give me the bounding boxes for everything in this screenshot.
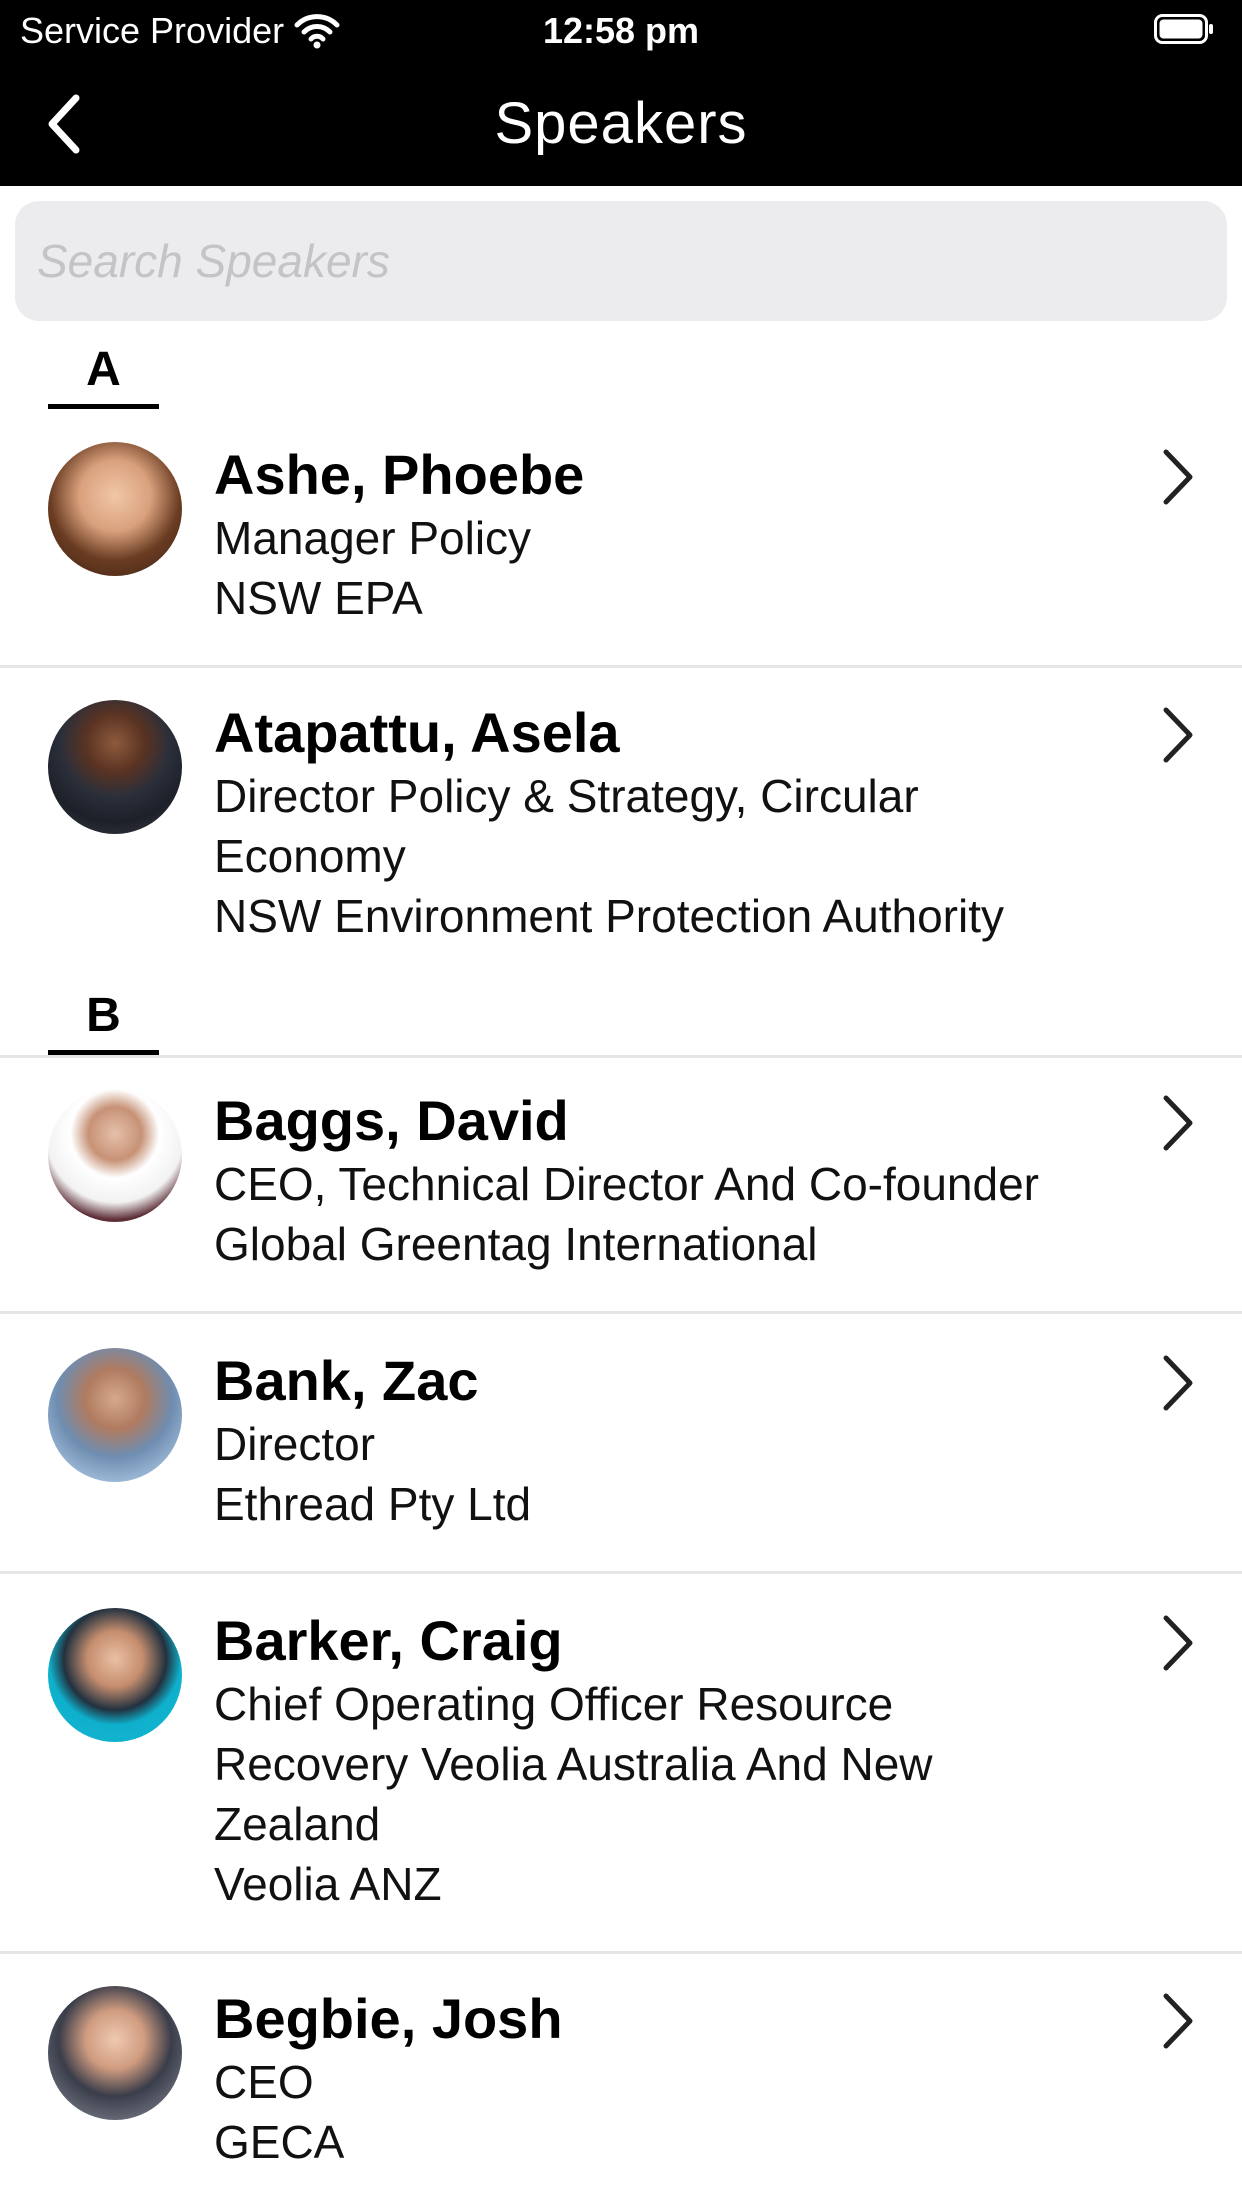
speaker-name: Bank, Zac	[214, 1349, 479, 1412]
chevron-right-icon	[1163, 449, 1193, 505]
speaker-organization: Veolia ANZ	[214, 1858, 442, 1910]
speaker-title-line: Director	[214, 1418, 376, 1470]
speaker-title-line: Chief Operating Officer Resource	[214, 1678, 894, 1730]
speaker-title-line: Economy	[214, 830, 406, 882]
search-input[interactable]	[35, 233, 1207, 289]
avatar	[48, 1986, 182, 2120]
speaker-title: Chief Operating Officer Resource Recover…	[214, 1674, 1144, 1854]
avatar	[48, 1088, 182, 1222]
speaker-title-line: Recovery Veolia Australia And New	[214, 1738, 933, 1790]
speaker-organization: GECA	[214, 2116, 345, 2168]
search-bar	[15, 201, 1227, 321]
section-header-a: A	[48, 340, 159, 409]
speaker-row-bank-zac[interactable]: Bank, Zac Director Ethread Pty Ltd	[0, 1314, 1242, 1571]
speaker-row-atapattu-asela[interactable]: Atapattu, Asela Director Policy & Strate…	[0, 668, 1242, 950]
speaker-row-begbie-josh[interactable]: Begbie, Josh CEO GECA	[0, 1954, 1242, 2208]
speaker-title-line: Director Policy & Strategy, Circular	[214, 770, 919, 822]
speaker-title: Director	[214, 1414, 1144, 1474]
battery-icon	[1154, 14, 1213, 44]
section-header-b: B	[48, 986, 159, 1055]
speaker-row-baggs-david[interactable]: Baggs, David CEO, Technical Director And…	[0, 1058, 1242, 1311]
chevron-right-icon	[1163, 707, 1193, 763]
status-time: 12:58 pm	[542, 10, 700, 51]
app-header: Service Provider 12:58 pm Speakers	[0, 0, 1242, 186]
speaker-name: Ashe, Phoebe	[214, 443, 585, 506]
chevron-right-icon	[1163, 1993, 1193, 2049]
avatar	[48, 1348, 182, 1482]
speaker-row-barker-craig[interactable]: Barker, Craig Chief Operating Officer Re…	[0, 1574, 1242, 1951]
speaker-organization: NSW EPA	[214, 572, 423, 624]
speaker-title-line: Manager Policy	[214, 512, 532, 564]
speaker-organization: NSW Environment Protection Authority	[214, 890, 1004, 942]
speaker-organization: Global Greentag International	[214, 1218, 818, 1270]
chevron-right-icon	[1163, 1355, 1193, 1411]
status-bar: Service Provider 12:58 pm	[0, 0, 1242, 62]
chevron-right-icon	[1163, 1095, 1193, 1151]
speaker-title-line: CEO	[214, 2056, 314, 2108]
speaker-name: Barker, Craig	[214, 1609, 563, 1672]
speaker-title-line: CEO, Technical Director And Co-founder	[214, 1158, 1039, 1210]
avatar	[48, 1608, 182, 1742]
page-title: Speakers	[494, 91, 748, 156]
speaker-title: CEO	[214, 2052, 1144, 2112]
speaker-name: Atapattu, Asela	[214, 701, 620, 764]
chevron-right-icon	[1163, 1615, 1193, 1671]
speaker-title: Director Policy & Strategy, Circular Eco…	[214, 766, 1144, 886]
speaker-title: Manager Policy	[214, 508, 1144, 568]
speaker-title: CEO, Technical Director And Co-founder	[214, 1154, 1144, 1214]
avatar	[48, 700, 182, 834]
speaker-name: Baggs, David	[214, 1089, 569, 1152]
avatar	[48, 442, 182, 576]
navigation-bar: Speakers	[0, 62, 1242, 186]
speaker-name: Begbie, Josh	[214, 1987, 563, 2050]
speaker-organization: Ethread Pty Ltd	[214, 1478, 532, 1530]
speaker-row-ashe-phoebe[interactable]: Ashe, Phoebe Manager Policy NSW EPA	[0, 412, 1242, 665]
speaker-title-line: Zealand	[214, 1798, 381, 1850]
